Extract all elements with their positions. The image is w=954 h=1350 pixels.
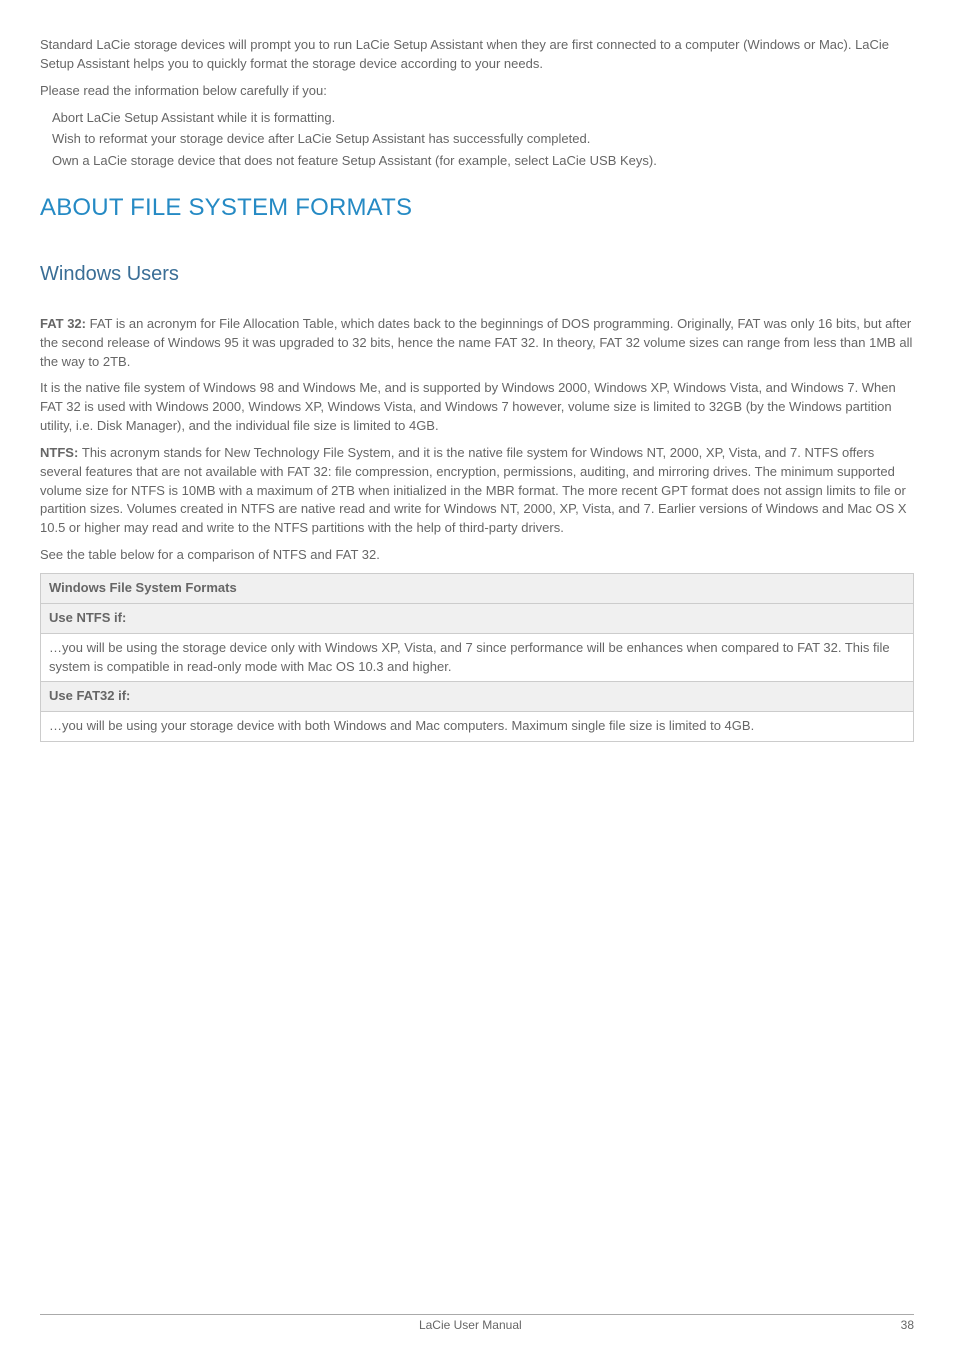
list-item: Own a LaCie storage device that does not… <box>52 152 914 171</box>
fat32-paragraph-2: It is the native file system of Windows … <box>40 379 914 436</box>
table-subhead-fat32: Use FAT32 if: <box>41 682 914 712</box>
table-body-ntfs: …you will be using the storage device on… <box>41 633 914 682</box>
ntfs-text: This acronym stands for New Technology F… <box>40 445 907 535</box>
footer-title: LaCie User Manual <box>40 1317 901 1334</box>
list-item: Abort LaCie Setup Assistant while it is … <box>52 109 914 128</box>
file-system-table: Windows File System Formats Use NTFS if:… <box>40 573 914 742</box>
fat32-paragraph-1: FAT 32: FAT is an acronym for File Alloc… <box>40 315 914 372</box>
fat32-label: FAT 32: <box>40 316 90 331</box>
table-row: Windows File System Formats <box>41 573 914 603</box>
ntfs-label: NTFS: <box>40 445 82 460</box>
table-row: …you will be using the storage device on… <box>41 633 914 682</box>
subsection-heading: Windows Users <box>40 260 914 289</box>
fat32-text-1: FAT is an acronym for File Allocation Ta… <box>40 316 912 369</box>
page-footer: LaCie User Manual 38 <box>40 1314 914 1334</box>
intro-paragraph-2: Please read the information below carefu… <box>40 82 914 101</box>
section-heading: ABOUT FILE SYSTEM FORMATS <box>40 191 914 226</box>
list-item: Wish to reformat your storage device aft… <box>52 130 914 149</box>
table-row: Use NTFS if: <box>41 603 914 633</box>
table-body-fat32: …you will be using your storage device w… <box>41 712 914 742</box>
table-subhead-ntfs: Use NTFS if: <box>41 603 914 633</box>
table-header: Windows File System Formats <box>41 573 914 603</box>
footer-page-number: 38 <box>901 1317 914 1334</box>
table-row: Use FAT32 if: <box>41 682 914 712</box>
compare-line: See the table below for a comparison of … <box>40 546 914 565</box>
intro-bullet-list: Abort LaCie Setup Assistant while it is … <box>40 109 914 172</box>
intro-paragraph-1: Standard LaCie storage devices will prom… <box>40 36 914 74</box>
table-row: …you will be using your storage device w… <box>41 712 914 742</box>
ntfs-paragraph: NTFS: This acronym stands for New Techno… <box>40 444 914 538</box>
